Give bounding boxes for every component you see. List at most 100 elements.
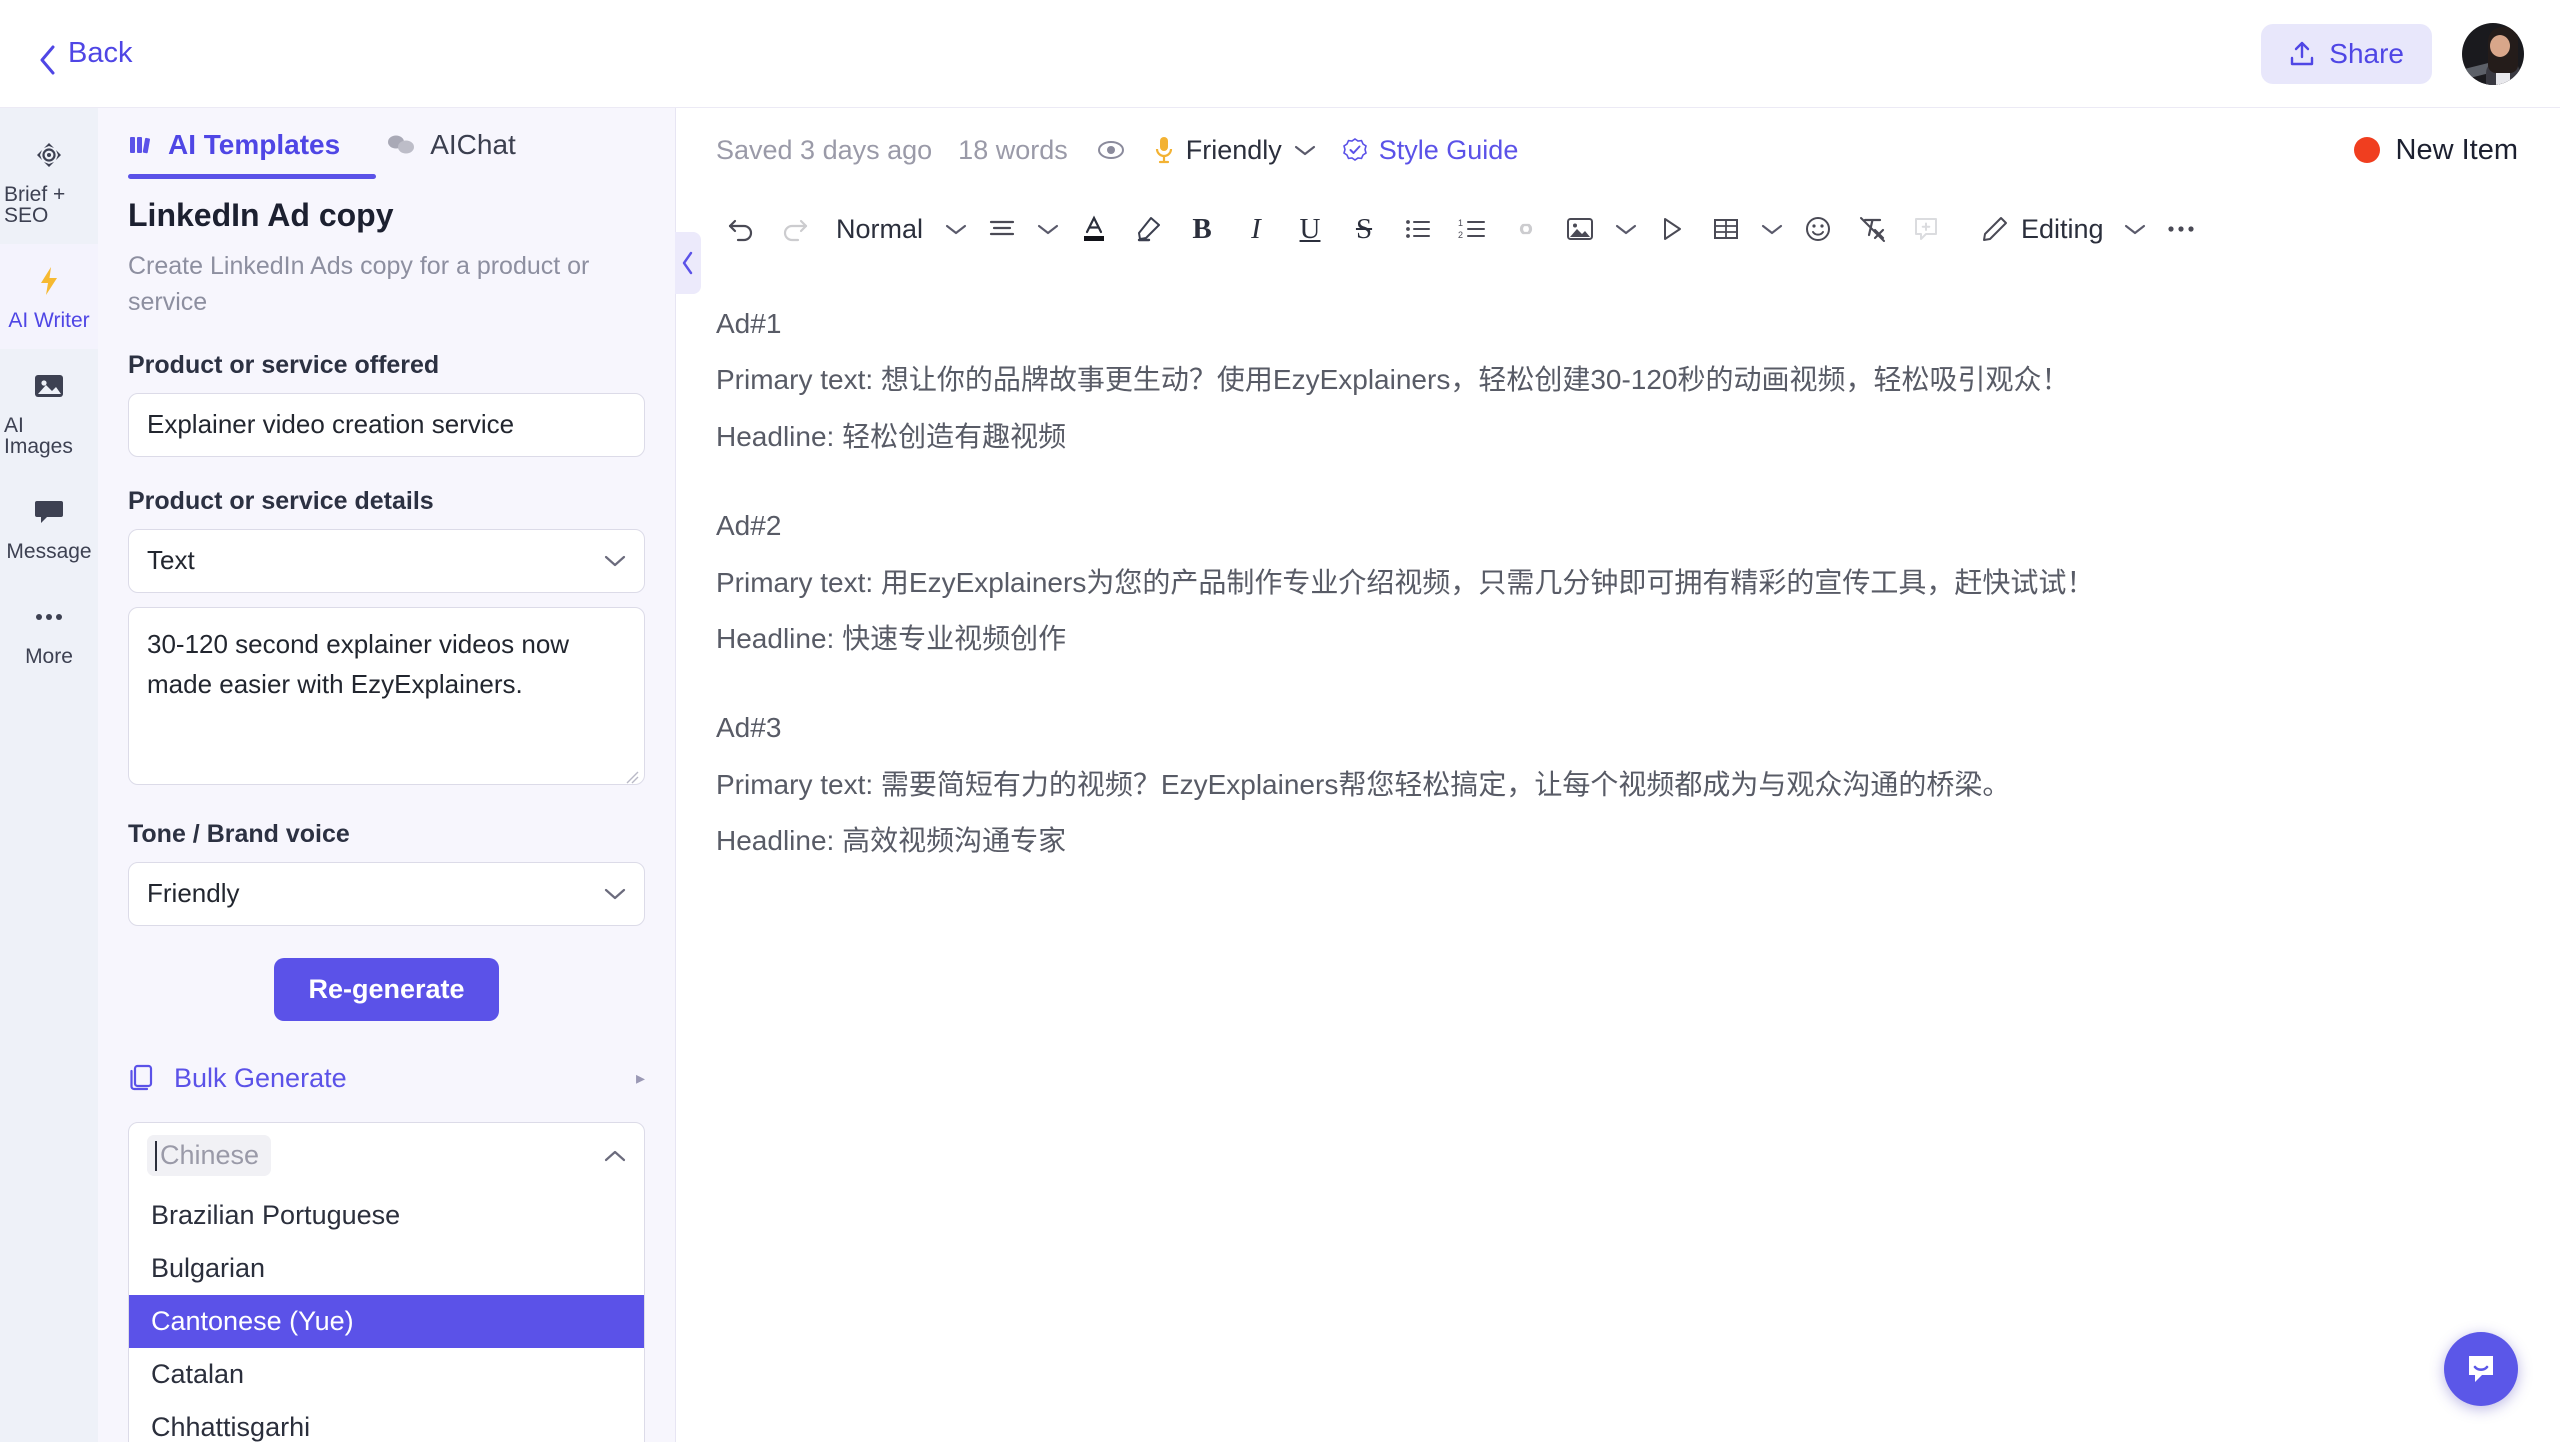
target-icon [32, 138, 66, 172]
new-item-button[interactable]: New Item [2353, 133, 2518, 167]
ad-heading: Ad#1 [716, 308, 782, 339]
language-search-input[interactable]: Chinese [147, 1135, 272, 1176]
image-chevron-down-icon[interactable] [1609, 204, 1643, 254]
align-icon[interactable] [977, 204, 1027, 254]
intercom-chat-icon [2463, 1352, 2499, 1386]
panel-content: LinkedIn Ad copy Create LinkedIn Ads cop… [98, 179, 675, 1442]
eye-icon[interactable] [1094, 125, 1128, 175]
lightning-icon [32, 264, 66, 298]
align-chevron-down-icon[interactable] [1031, 204, 1065, 254]
bullet-list-icon[interactable] [1393, 204, 1443, 254]
ad-block: Ad#2 Primary text: 用EzyExplainers为您的产品制作… [716, 504, 2520, 660]
back-label: Back [68, 37, 133, 69]
saved-status: Saved 3 days ago [716, 134, 933, 165]
font-color-icon[interactable] [1069, 204, 1119, 254]
add-comment-icon[interactable] [1901, 204, 1951, 254]
language-option[interactable]: Chhattisgarhi [129, 1401, 644, 1442]
chevron-down-icon [604, 554, 626, 568]
ad-block: Ad#1 Primary text: 想让你的品牌故事更生动？使用EzyExpl… [716, 302, 2520, 458]
microphone-icon [1154, 135, 1174, 165]
ad-primary-text: Primary text: 用EzyExplainers为您的产品制作专业介绍视… [716, 566, 2095, 598]
paragraph-style-label[interactable]: Normal [824, 204, 935, 254]
tab-label: AI Templates [168, 129, 341, 160]
language-search-row[interactable]: Chinese [129, 1123, 644, 1189]
image-icon [32, 369, 66, 403]
language-option[interactable]: Brazilian Portuguese [129, 1189, 644, 1242]
redo-icon[interactable] [770, 204, 820, 254]
details-type-value: Text [147, 545, 195, 575]
style-guide-button[interactable]: Style Guide [1342, 135, 1518, 166]
rail-item-message[interactable]: Message [0, 475, 98, 580]
bold-button[interactable]: B [1177, 204, 1227, 254]
tone-selector[interactable]: Friendly [1154, 135, 1316, 166]
numbered-list-icon[interactable]: 12 [1447, 204, 1497, 254]
new-item-label: New Item [2395, 133, 2518, 166]
ad-headline: Headline: 高效视频沟通专家 [716, 825, 1067, 857]
table-chevron-down-icon[interactable] [1755, 204, 1789, 254]
rail-item-ai-writer[interactable]: AI Writer [0, 244, 98, 349]
app-root: Back Share Brief + SEO AI Writer AI Imag… [0, 0, 2560, 1442]
chevron-up-icon[interactable] [604, 1149, 626, 1163]
rail-item-more[interactable]: More [0, 580, 98, 685]
template-title: LinkedIn Ad copy [128, 197, 394, 233]
details-textarea-wrap [128, 593, 645, 790]
document-content[interactable]: Ad#1 Primary text: 想让你的品牌故事更生动？使用EzyExpl… [676, 266, 2560, 1442]
record-dot-icon [2353, 137, 2380, 163]
share-button[interactable]: Share [2261, 23, 2432, 84]
rail-label: More [25, 645, 73, 668]
template-description: Create LinkedIn Ads copy for a product o… [128, 252, 590, 317]
rail-item-brief-seo[interactable]: Brief + SEO [0, 118, 98, 244]
clear-format-icon[interactable] [1847, 204, 1897, 254]
strikethrough-button[interactable]: S [1339, 204, 1389, 254]
regenerate-button[interactable]: Re-generate [274, 957, 499, 1021]
tone-value: Friendly [147, 878, 240, 908]
image-icon[interactable] [1555, 204, 1605, 254]
bulk-generate-label: Bulk Generate [174, 1062, 347, 1093]
back-button[interactable]: Back [28, 31, 142, 76]
ad-block: Ad#3 Primary text: 需要简短有力的视频？EzyExplaine… [716, 706, 2520, 862]
play-icon[interactable] [1647, 204, 1697, 254]
tab-ai-chat[interactable]: AIChat [386, 129, 516, 175]
italic-button[interactable]: I [1231, 204, 1281, 254]
left-rail: Brief + SEO AI Writer AI Images Message [0, 108, 98, 1442]
undo-icon[interactable] [716, 204, 766, 254]
editing-mode-button[interactable]: Editing [1971, 214, 2114, 245]
language-option-selected[interactable]: Cantonese (Yue) [129, 1294, 644, 1348]
underline-button[interactable]: U [1285, 204, 1335, 254]
chevron-left-icon [38, 45, 56, 74]
pencil-icon [1981, 215, 2009, 243]
more-icon[interactable] [2156, 204, 2206, 254]
tab-label: AIChat [430, 129, 516, 160]
avatar[interactable] [2462, 22, 2524, 85]
link-icon[interactable] [1501, 204, 1551, 254]
table-icon[interactable] [1701, 204, 1751, 254]
regenerate-row: Re-generate [128, 957, 645, 1021]
details-type-select[interactable]: Text [128, 528, 645, 593]
collapse-panel-button[interactable] [675, 232, 701, 294]
highlighter-icon[interactable] [1123, 204, 1173, 254]
rail-item-ai-images[interactable]: AI Images [0, 349, 98, 475]
avatar-detail [2490, 34, 2510, 57]
emoji-icon[interactable] [1793, 204, 1843, 254]
intercom-launcher-button[interactable] [2444, 1332, 2518, 1406]
ad-primary-text: Primary text: 需要简短有力的视频？EzyExplainers帮您轻… [716, 768, 2011, 800]
details-textarea[interactable] [128, 606, 645, 785]
editing-chevron-down-icon[interactable] [2118, 204, 2152, 254]
editor-toolbar: Normal B I U S 1 2 Editing [676, 192, 2560, 266]
chat-bubble-icon [32, 495, 66, 529]
product-input[interactable] [128, 392, 645, 457]
paragraph-style-chevron-down-icon[interactable] [939, 204, 973, 254]
tab-ai-templates[interactable]: AI Templates [128, 129, 340, 175]
language-dropdown: Chinese Brazilian Portuguese Bulgarian C… [128, 1121, 645, 1442]
ad-headline: Headline: 轻松创造有趣视频 [716, 420, 1067, 452]
svg-text:2: 2 [1458, 230, 1463, 240]
language-option[interactable]: Bulgarian [129, 1242, 644, 1295]
bulk-generate-row[interactable]: Bulk Generate ▸ [128, 1063, 645, 1094]
language-option[interactable]: Catalan [129, 1348, 644, 1401]
tone-select[interactable]: Friendly [128, 861, 645, 926]
copy-documents-icon [128, 1063, 156, 1093]
editor-area: Saved 3 days ago 18 words Friendly Style… [676, 108, 2560, 1442]
template-panel: AI Templates AIChat LinkedIn Ad copy Cre… [98, 108, 701, 1442]
ad-heading: Ad#3 [716, 712, 782, 744]
svg-text:1: 1 [1458, 218, 1463, 228]
